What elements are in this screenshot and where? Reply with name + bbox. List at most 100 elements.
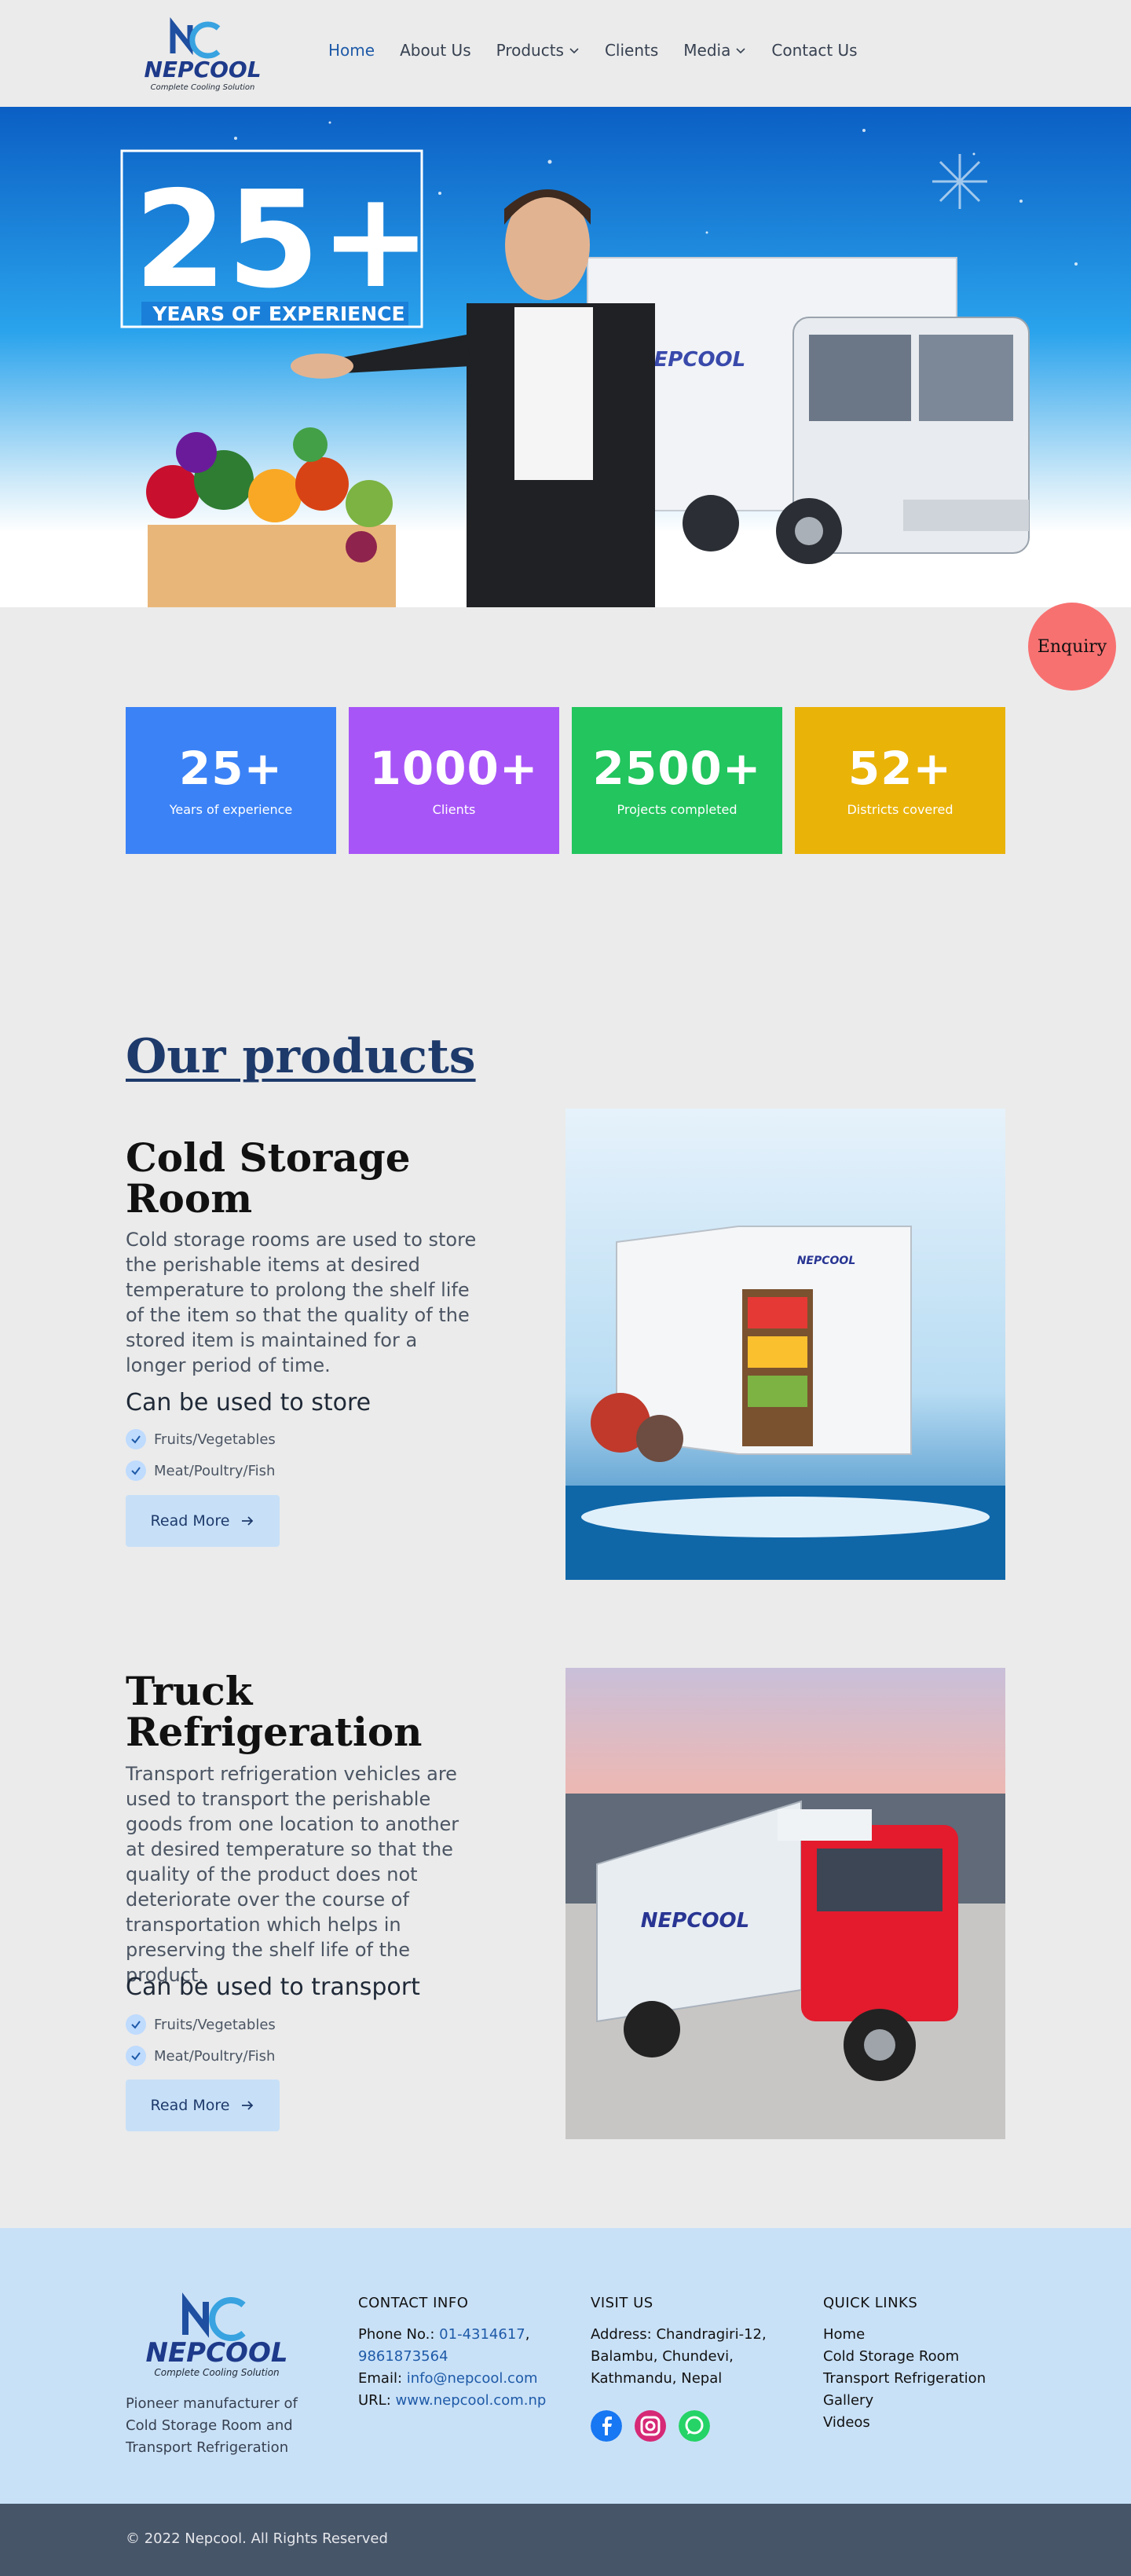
hero-banner: 25+ YEARS OF EXPERIENCE NEPCOOL (0, 107, 1131, 607)
use-label: Fruits/Vegetables (154, 1431, 276, 1448)
stat-card-clients: 1000+ Clients (349, 707, 559, 854)
use-list-item: Fruits/Vegetables (126, 2014, 276, 2035)
cold-storage-room-image: NEPCOOL (566, 1108, 1005, 1580)
footer-link-gallery[interactable]: Gallery (823, 2390, 1005, 2412)
read-more-label: Read More (150, 1512, 230, 1530)
email-link[interactable]: info@nepcool.com (407, 2370, 538, 2387)
footer-tagline: Pioneer manufacturer of Cold Storage Roo… (126, 2395, 298, 2456)
email-line: Email: info@nepcool.com (358, 2368, 570, 2390)
phone-line: Phone No.: 01-4314617, (358, 2326, 530, 2343)
check-icon (126, 2014, 146, 2035)
nav-about-us[interactable]: About Us (400, 41, 471, 60)
nav-clients[interactable]: Clients (605, 41, 658, 60)
stat-value: 52+ (847, 742, 953, 796)
address-text: Address: Chandragiri-12, Balambu, Chunde… (591, 2324, 771, 2390)
footer-logo-tagline: Complete Cooling Solution (154, 2367, 279, 2378)
footer-link-transport-refrigeration[interactable]: Transport Refrigeration (823, 2368, 1005, 2390)
check-icon (126, 1460, 146, 1481)
nav-products-label: Products (496, 41, 564, 60)
product-description: Cold storage rooms are used to store the… (126, 1229, 477, 1376)
main-menu: Home About Us Products Clients Media Con… (328, 41, 858, 60)
arrow-right-icon (242, 1516, 254, 1526)
whatsapp-icon[interactable] (679, 2410, 710, 2442)
nav-home[interactable]: Home (328, 41, 375, 60)
nav-contact-label: Contact Us (771, 41, 858, 60)
chevron-down-icon (569, 48, 579, 54)
logo-tagline: Complete Cooling Solution (151, 83, 255, 92)
nav-about-label: About Us (400, 41, 471, 60)
nav-media-label: Media (683, 41, 731, 60)
site-footer: NEPCOOL Complete Cooling Solution Pionee… (0, 2228, 1131, 2504)
url-line: URL: www.nepcool.com.np (358, 2390, 570, 2412)
use-label: Meat/Poultry/Fish (154, 1462, 276, 1479)
check-icon (126, 2046, 146, 2066)
visit-heading: VISIT US (591, 2295, 653, 2311)
use-list-item: Fruits/Vegetables (126, 1429, 276, 1449)
nav-contact-us[interactable]: Contact Us (771, 41, 857, 60)
truck-body-logo-text: NEPCOOL (641, 1909, 749, 1933)
stat-value: 2500+ (592, 742, 762, 796)
product-use-heading: Can be used to transport (126, 1973, 420, 2001)
nav-clients-label: Clients (604, 41, 659, 60)
footer-link-videos[interactable]: Videos (823, 2412, 1005, 2434)
top-navigation: NEPCOOL Complete Cooling Solution Home A… (0, 0, 1131, 107)
product-use-heading: Can be used to store (126, 1389, 372, 1416)
enquiry-button[interactable]: Enquiry (1028, 603, 1116, 691)
quick-links-heading: QUICK LINKS (823, 2295, 918, 2311)
arrow-right-icon (242, 2101, 254, 2110)
read-more-button-cold-storage[interactable]: Read More (126, 1495, 280, 1547)
read-more-label: Read More (150, 2097, 230, 2114)
use-label: Fruits/Vegetables (154, 2016, 276, 2033)
phone-link-1[interactable]: 01-4314617 (439, 2326, 525, 2343)
experience-badge-caption: YEARS OF EXPERIENCE (152, 302, 404, 325)
chevron-down-icon (736, 48, 745, 54)
read-more-button-truck-refrigeration[interactable]: Read More (126, 2079, 280, 2131)
stat-label: Years of experience (169, 801, 293, 817)
nav-media[interactable]: Media (683, 41, 746, 60)
logo-wordmark: NEPCOOL (144, 57, 261, 82)
use-list-item: Meat/Poultry/Fish (126, 1460, 275, 1481)
contact-info-column: CONTACT INFO Phone No.: 01-4314617, 9861… (358, 2292, 570, 2412)
phone-label: Phone No.: (358, 2326, 435, 2343)
footer-link-home[interactable]: Home (823, 2324, 1005, 2346)
products-heading: Our products (126, 1029, 476, 1084)
stat-card-experience: 25+ Years of experience (126, 707, 336, 854)
stat-label: Projects completed (617, 801, 738, 817)
product-title-truck-refrigeration: Truck Refrigeration (126, 1668, 423, 1755)
quick-links-column: QUICK LINKS Home Cold Storage Room Trans… (823, 2292, 1005, 2434)
contact-heading: CONTACT INFO (358, 2295, 469, 2311)
enquiry-label: Enquiry (1037, 636, 1107, 657)
nav-products[interactable]: Products (496, 41, 580, 60)
stat-card-districts: 52+ Districts covered (795, 707, 1005, 854)
footer-logo[interactable]: NEPCOOL Complete Cooling Solution (126, 2288, 308, 2379)
product-title-cold-storage: Cold Storage Room (126, 1134, 411, 1222)
url-label: URL: (358, 2392, 391, 2409)
footer-link-cold-storage-room[interactable]: Cold Storage Room (823, 2346, 1005, 2368)
product-description: Transport refrigeration vehicles are use… (126, 1763, 459, 1986)
website-link[interactable]: www.nepcool.com.np (396, 2392, 547, 2409)
check-icon (126, 1429, 146, 1449)
stat-value: 25+ (178, 742, 284, 796)
email-label: Email: (358, 2370, 403, 2387)
nepcool-logo[interactable]: NEPCOOL Complete Cooling Solution (126, 14, 280, 93)
truck-refrigeration-image: NEPCOOL (566, 1668, 1005, 2139)
phone-link-2[interactable]: 9861873564 (358, 2346, 570, 2368)
nav-home-label: Home (328, 41, 375, 60)
footer-logo-wordmark: NEPCOOL (145, 2337, 287, 2369)
stat-label: Districts covered (847, 801, 953, 817)
cold-room-logo-text: NEPCOOL (797, 1255, 856, 1267)
address-label: Address: (591, 2326, 652, 2343)
social-links (591, 2410, 710, 2442)
facebook-icon[interactable] (591, 2410, 622, 2442)
copyright-bar: © 2022 Nepcool. All Rights Reserved (0, 2504, 1131, 2576)
stat-card-projects: 2500+ Projects completed (572, 707, 782, 854)
instagram-icon[interactable] (635, 2410, 666, 2442)
use-label: Meat/Poultry/Fish (154, 2047, 276, 2065)
experience-badge-number: 25+ (134, 163, 431, 318)
visit-us-column: VISIT US Address: Chandragiri-12, Balamb… (591, 2292, 771, 2390)
snowflake-icon (932, 154, 987, 209)
use-list-item: Meat/Poultry/Fish (126, 2046, 275, 2066)
stat-label: Clients (432, 801, 476, 817)
copyright-text: © 2022 Nepcool. All Rights Reserved (126, 2530, 388, 2547)
stat-value: 1000+ (369, 742, 539, 796)
